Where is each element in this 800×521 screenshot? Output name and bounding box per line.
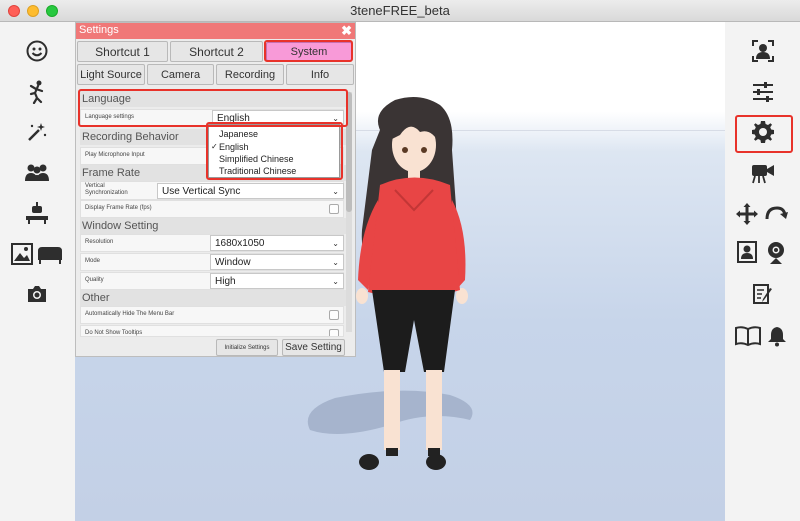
row-display-fps: Display Frame Rate (fps) [80,200,344,218]
settings-title-bar[interactable]: Settings ✖ [76,23,355,39]
save-setting-button[interactable]: Save Setting [282,339,345,356]
face-icon[interactable] [24,38,50,64]
vsync-select-value: Use Vertical Sync [162,186,241,197]
row-mode: Mode Window ⌄ [80,253,344,271]
camera-icon[interactable] [24,282,50,306]
initialize-settings-button[interactable]: Initialize Settings [216,339,278,356]
window-title: 3teneFREE_beta [350,3,450,18]
language-option-simplified-chinese[interactable]: Simplified Chinese [209,153,339,165]
row-quality: Quality High ⌄ [80,272,344,290]
settings-title: Settings [79,24,119,36]
sliders-icon[interactable] [750,79,776,105]
resolution-select-value: 1680x1050 [215,238,265,249]
resolution-select[interactable]: 1680x1050 ⌄ [210,235,344,251]
portrait-icon[interactable] [735,239,759,265]
effects-icon[interactable] [24,120,50,144]
display-fps-checkbox[interactable] [329,204,339,214]
settings-scrollbar-thumb[interactable] [346,92,352,212]
row-resolution: Resolution 1680x1050 ⌄ [80,234,344,252]
quality-select-value: High [215,276,236,287]
tab-recording[interactable]: Recording [216,64,284,85]
resolution-label: Resolution [85,239,114,245]
move-icon[interactable] [734,201,760,227]
display-fps-label: Display Frame Rate (fps) [85,205,152,211]
chevron-down-icon: ⌄ [332,277,339,286]
rotate-icon[interactable] [763,201,789,227]
check-icon: ✓ [211,142,218,151]
background-icon[interactable] [10,241,64,267]
quality-select[interactable]: High ⌄ [210,273,344,289]
right-tool-panel [725,22,800,521]
mode-label: Mode [85,258,101,264]
mode-select-value: Window [215,257,251,268]
bell-icon[interactable] [765,323,789,349]
auto-hide-menu-checkbox[interactable] [329,310,339,320]
chevron-down-icon: ⌄ [332,187,339,196]
settings-window: Settings ✖ Shortcut 1 Shortcut 2 System … [75,22,356,357]
no-tooltips-checkbox[interactable] [329,329,339,336]
tab-info[interactable]: Info [286,64,354,85]
language-option-traditional-chinese[interactable]: Traditional Chinese [209,165,339,177]
avatar-icon[interactable] [750,38,776,64]
section-window-setting: Window Setting [80,218,350,234]
language-option-japanese[interactable]: Japanese [209,128,339,140]
language-dropdown-list: Japanese ✓ English Simplified Chinese Tr… [208,124,340,178]
no-tooltips-label: Do Not Show Tooltips [85,330,143,336]
language-option-english[interactable]: ✓ English [209,141,339,153]
language-select-value: English [217,113,250,124]
mode-select[interactable]: Window ⌄ [210,254,344,270]
play-microphone-label: Play Microphone Input [85,152,145,158]
close-icon[interactable]: ✖ [341,23,352,39]
furniture-icon[interactable] [22,200,52,226]
left-tool-panel [0,22,75,521]
settings-scrollbar[interactable] [346,92,352,332]
tab-camera[interactable]: Camera [147,64,214,85]
quality-label: Quality [85,277,104,283]
tab-light-source[interactable]: Light Source [77,64,145,85]
group-icon[interactable] [22,160,52,184]
auto-hide-menu-label: Automatically Hide The Menu Bar [85,311,175,317]
pose-icon[interactable] [24,78,50,106]
chevron-down-icon: ⌄ [332,258,339,267]
row-auto-hide-menu: Automatically Hide The Menu Bar [80,306,344,324]
vsync-select[interactable]: Use Vertical Sync ⌄ [157,183,344,199]
title-bar: 3teneFREE_beta [0,0,800,22]
section-other: Other [80,290,350,306]
tab-system[interactable]: System [266,42,352,61]
tab-shortcut-2[interactable]: Shortcut 2 [170,41,263,62]
chevron-down-icon: ⌄ [332,239,339,248]
row-no-tooltips: Do Not Show Tooltips [80,325,344,337]
video-camera-icon[interactable] [749,160,777,186]
tab-shortcut-1[interactable]: Shortcut 1 [77,41,168,62]
language-settings-label: Language settings [85,114,135,120]
row-vsync: Vertical Synchronization Use Vertical Syn… [80,181,344,200]
section-language: Language [80,91,350,107]
vsync-label: Vertical Synchronization [85,183,128,196]
book-icon[interactable] [734,323,762,349]
gear-icon[interactable] [749,118,777,146]
webcam-icon[interactable] [763,239,789,267]
edit-icon[interactable] [750,281,776,307]
